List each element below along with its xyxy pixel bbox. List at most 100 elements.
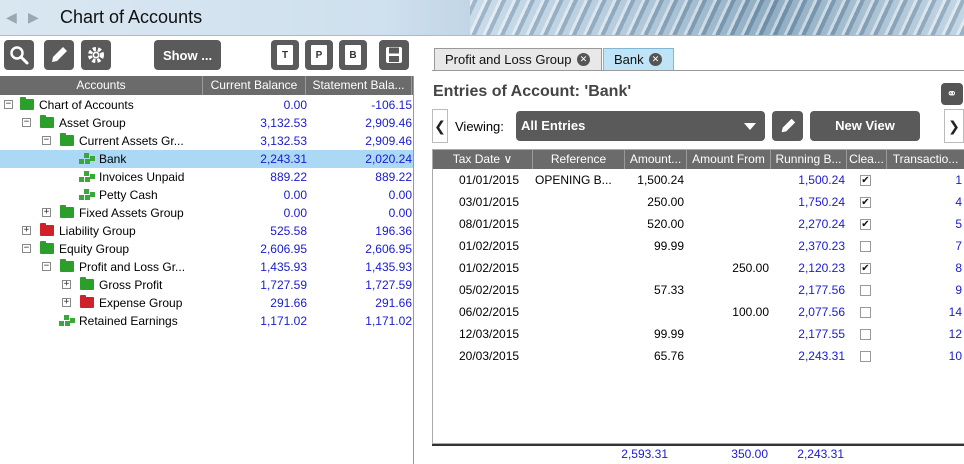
statement-balance: 291.66	[375, 296, 412, 310]
tree-row[interactable]: + Fixed Assets Group 0.00 0.00	[0, 204, 413, 222]
link-button[interactable]: ⚭	[941, 83, 963, 105]
cleared-checkbox[interactable]: ✔	[860, 175, 871, 186]
folder-icon	[60, 205, 74, 218]
tree-row[interactable]: − Asset Group 3,132.53 2,909.46	[0, 114, 413, 132]
folder-icon	[40, 223, 54, 236]
close-icon[interactable]: ✕	[649, 53, 662, 66]
tab-label: Bank	[614, 52, 644, 67]
entry-row[interactable]: 08/01/2015 520.00 2,270.24 5 ✔	[433, 213, 964, 235]
forward-arrow-icon[interactable]: ▶	[28, 9, 39, 26]
tree-row[interactable]: + Gross Profit 1,727.59 1,727.59	[0, 276, 413, 294]
cleared-checkbox[interactable]	[860, 329, 871, 340]
pencil-icon	[52, 47, 67, 62]
col-running-balance[interactable]: Running B...	[771, 150, 847, 169]
running-balance-cell: 1,500.24	[798, 173, 845, 187]
sort-down-icon: ∨	[503, 152, 513, 166]
collapse-toggle[interactable]: −	[4, 100, 13, 109]
cleared-checkbox[interactable]: ✔	[860, 263, 871, 274]
tree-row[interactable]: − Profit and Loss Gr... 1,435.93 1,435.9…	[0, 258, 413, 276]
col-current-balance[interactable]: Current Balance	[203, 76, 306, 95]
tree-row[interactable]: + Liability Group 525.58 196.36	[0, 222, 413, 240]
cleared-checkbox[interactable]	[860, 241, 871, 252]
save-button[interactable]	[379, 40, 409, 70]
current-balance: 291.66	[270, 296, 307, 310]
show-button[interactable]: Show ...	[154, 40, 221, 70]
entry-row[interactable]: 12/03/2015 99.99 2,177.55 12	[433, 323, 964, 345]
scroll-right-button[interactable]: ❯	[944, 109, 964, 143]
cleared-checkbox[interactable]: ✔	[860, 197, 871, 208]
col-cleared[interactable]: Clea...	[847, 150, 887, 169]
transaction-cell: 4	[955, 195, 962, 209]
tree-row-label: Profit and Loss Gr...	[79, 260, 186, 274]
cleared-checkbox[interactable]	[860, 307, 871, 318]
edit-view-button[interactable]	[772, 111, 803, 141]
entry-row[interactable]: 06/02/2015 100.00 2,077.56 14	[433, 301, 964, 323]
cleared-checkbox[interactable]	[860, 285, 871, 296]
expand-toggle[interactable]: +	[42, 208, 51, 217]
document-b-icon: B	[345, 45, 361, 65]
expand-toggle[interactable]: +	[62, 298, 71, 307]
entry-row[interactable]: 01/01/2015 OPENING B... 1,500.24 1,500.24 1 ✔	[433, 169, 964, 191]
tree-row-label: Expense Group	[99, 296, 183, 310]
save-icon	[386, 47, 402, 63]
tree-row-selected[interactable]: Bank 2,243.31 2,020.24	[0, 150, 413, 168]
search-button[interactable]	[4, 40, 34, 70]
collapse-toggle[interactable]: −	[42, 136, 51, 145]
col-transaction[interactable]: Transactio...	[887, 150, 964, 169]
col-amount-to[interactable]: Amount...	[625, 150, 687, 169]
account-icon	[79, 153, 95, 165]
col-reference[interactable]: Reference	[533, 150, 625, 169]
entry-row[interactable]: 03/01/2015 250.00 1,750.24 4 ✔	[433, 191, 964, 213]
transaction-cell: 1	[955, 173, 962, 187]
entries-title: Entries of Account: 'Bank'	[433, 83, 632, 100]
tab-bank[interactable]: Bank ✕	[603, 48, 674, 70]
tree-row[interactable]: Invoices Unpaid 889.22 889.22	[0, 168, 413, 186]
col-tax-date[interactable]: Tax Date ∨	[433, 150, 533, 169]
back-arrow-icon[interactable]: ◀	[6, 9, 17, 26]
expand-toggle[interactable]: +	[22, 226, 31, 235]
viewing-bar: ❮ Viewing: All Entries New View ❯	[432, 109, 964, 143]
statement-balance: 2,909.46	[365, 116, 412, 130]
col-accounts[interactable]: Accounts	[0, 76, 203, 95]
edit-button[interactable]	[44, 40, 74, 70]
tree-row[interactable]: − Current Assets Gr... 3,132.53 2,909.46	[0, 132, 413, 150]
tree-row[interactable]: − Chart of Accounts 0.00 -106.15	[0, 96, 413, 114]
new-view-button[interactable]: New View	[810, 111, 920, 141]
transaction-cell: 10	[948, 349, 962, 363]
transaction-cell: 7	[955, 239, 962, 253]
tax-date-cell: 12/03/2015	[459, 327, 520, 341]
cleared-checkbox[interactable]	[860, 351, 871, 362]
col-statement-balance[interactable]: Statement Bala...	[306, 76, 412, 95]
amount-to-cell: 99.99	[653, 239, 684, 253]
tree-row[interactable]: − Equity Group 2,606.95 2,606.95	[0, 240, 413, 258]
folder-icon	[80, 295, 94, 308]
collapse-toggle[interactable]: −	[22, 244, 31, 253]
transaction-cell: 5	[955, 217, 962, 231]
tree-row[interactable]: Retained Earnings 1,171.02 1,171.02	[0, 312, 413, 330]
tax-date-cell: 05/02/2015	[459, 283, 520, 297]
tree-header: Accounts Current Balance Statement Bala.…	[0, 76, 413, 95]
tax-report-button[interactable]: T	[271, 40, 299, 70]
view-select[interactable]: All Entries	[516, 111, 765, 141]
tab-divider	[432, 70, 964, 71]
close-icon[interactable]: ✕	[577, 53, 590, 66]
entry-row[interactable]: 01/02/2015 250.00 2,120.23 8 ✔	[433, 257, 964, 279]
tree-row[interactable]: + Expense Group 291.66 291.66	[0, 294, 413, 312]
current-balance: 3,132.53	[260, 134, 307, 148]
scroll-left-button[interactable]: ❮	[432, 109, 448, 143]
settings-button[interactable]	[81, 40, 111, 70]
collapse-toggle[interactable]: −	[22, 118, 31, 127]
col-amount-from[interactable]: Amount From	[687, 150, 771, 169]
entry-row[interactable]: 01/02/2015 99.99 2,370.23 7	[433, 235, 964, 257]
tab-profit-and-loss-group[interactable]: Profit and Loss Group ✕	[434, 48, 602, 70]
current-balance: 1,727.59	[260, 278, 307, 292]
entry-row[interactable]: 20/03/2015 65.76 2,243.31 10	[433, 345, 964, 367]
cleared-checkbox[interactable]: ✔	[860, 219, 871, 230]
collapse-toggle[interactable]: −	[42, 262, 51, 271]
expand-toggle[interactable]: +	[62, 280, 71, 289]
profit-report-button[interactable]: P	[305, 40, 333, 70]
balance-report-button[interactable]: B	[339, 40, 367, 70]
current-balance: 0.00	[283, 98, 307, 112]
tree-row[interactable]: Petty Cash 0.00 0.00	[0, 186, 413, 204]
entry-row[interactable]: 05/02/2015 57.33 2,177.56 9	[433, 279, 964, 301]
